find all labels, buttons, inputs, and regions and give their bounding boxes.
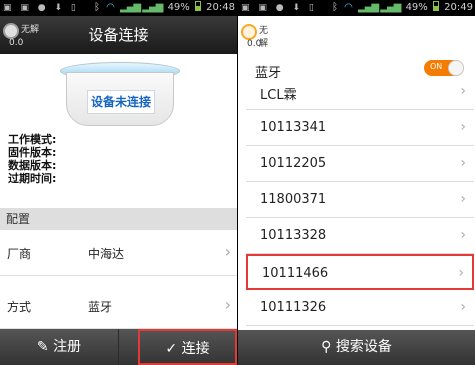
notification-icons: ▣ ▣ ● ⬇ ▯	[241, 3, 317, 13]
list-item[interactable]: LCL霖 ›	[246, 74, 474, 110]
chevron-right-icon: ›	[460, 299, 466, 315]
device-name: 10113341	[260, 120, 327, 135]
status-bar: ▣ ▣ ● ⬇ ▯ ᛒ ◠ ▂▄▆ ▂▄▆ 49% 20:49	[238, 0, 475, 16]
battery-icon	[432, 1, 439, 11]
list-item[interactable]: 11800371 ›	[246, 182, 474, 218]
chevron-right-icon: ›	[460, 155, 466, 171]
list-item[interactable]: 10113341 ›	[246, 110, 474, 146]
chevron-right-icon: ›	[224, 295, 231, 314]
chevron-right-icon: ›	[460, 227, 466, 243]
gnss-receiver-icon: 设备未连接	[60, 62, 180, 128]
signal-icon: ▂▄▆ ▂▄▆	[120, 2, 163, 13]
device-name: 10112205	[260, 156, 327, 171]
bottom-action-bar: ✎ 注册 ✓ 连接	[0, 329, 237, 365]
battery-icon	[194, 1, 201, 11]
status-indicators: ᛒ ◠ ▂▄▆ ▂▄▆ 49% 20:48	[94, 0, 235, 16]
header-bar	[238, 16, 475, 54]
search-icon: ⚲	[321, 339, 332, 355]
device-connection-screen: ▣ ▣ ● ⬇ ▯ ᛒ ◠ ▂▄▆ ▂▄▆ 49% 20:48 无解 0.0 设…	[0, 0, 237, 365]
checkmark-icon: ✓	[165, 341, 178, 357]
setting-value: 中海达	[88, 247, 125, 261]
config-section-header: 配置	[0, 208, 237, 230]
chevron-right-icon: ›	[224, 242, 231, 261]
device-name: 11800371	[260, 192, 327, 207]
list-item[interactable]: 10113328 ›	[246, 218, 474, 254]
setting-key: 厂商	[7, 247, 32, 261]
fix-status-value: 0.0	[247, 39, 262, 49]
battery-percent: 49%	[405, 2, 428, 13]
setting-row-manufacturer[interactable]: 厂商 中海达 ›	[0, 230, 237, 276]
data-version-label: 数据版本:	[8, 159, 57, 172]
device-info: 工作模式: 固件版本: 数据版本: 过期时间:	[8, 133, 56, 185]
page-title: 设备连接	[88, 26, 149, 44]
device-name: 10111466	[262, 266, 329, 281]
status-indicators: ᛒ ◠ ▂▄▆ ▂▄▆ 49% 20:49	[332, 0, 473, 16]
firmware-version-label: 固件版本:	[8, 146, 57, 159]
battery-percent: 49%	[167, 2, 190, 13]
setting-key: 方式	[7, 300, 32, 314]
wifi-icon: ◠	[344, 2, 353, 13]
notification-icons: ▣ ▣ ● ⬇ ▯	[3, 3, 79, 13]
signal-icon: ▂▄▆ ▂▄▆	[358, 2, 401, 13]
wifi-icon: ◠	[106, 2, 115, 13]
search-devices-button[interactable]: ⚲ 搜索设备	[238, 330, 475, 365]
setting-value: 蓝牙	[88, 300, 113, 314]
divider	[118, 329, 119, 365]
search-devices-label: 搜索设备	[335, 339, 392, 355]
clock: 20:48	[206, 2, 235, 13]
device-name: LCL霖	[260, 88, 297, 103]
list-item[interactable]: 10111326 ›	[246, 290, 474, 326]
expire-time-label: 过期时间:	[8, 172, 57, 185]
device-illustration-area: 设备未连接	[0, 54, 237, 132]
work-mode-label: 工作模式:	[8, 133, 57, 146]
chevron-right-icon: ›	[458, 265, 464, 281]
chevron-right-icon: ›	[460, 119, 466, 135]
setting-row-method[interactable]: 方式 蓝牙 ›	[0, 283, 237, 329]
pen-icon: ✎	[36, 339, 49, 355]
bluetooth-device-list-screen: ▣ ▣ ● ⬇ ▯ ᛒ ◠ ▂▄▆ ▂▄▆ 49% 20:49 无解 0.0 蓝…	[238, 0, 475, 365]
list-item[interactable]: 10112205 ›	[246, 146, 474, 182]
register-label: 注册	[53, 339, 82, 355]
device-status-label: 设备未连接	[87, 90, 155, 114]
connect-label: 连接	[181, 341, 210, 357]
connect-button[interactable]: ✓ 连接	[138, 329, 237, 365]
chevron-right-icon: ›	[460, 83, 466, 99]
device-name: 10111326	[260, 300, 327, 315]
toggle-state-label: ON	[430, 62, 443, 71]
fix-status-icon	[241, 24, 257, 40]
device-list: LCL霖 › 10113341 › 10112205 › 11800371 › …	[246, 74, 474, 326]
register-button[interactable]: ✎ 注册	[0, 329, 118, 365]
clock: 20:49	[444, 2, 473, 13]
list-item-selected[interactable]: 10111466 ›	[246, 254, 474, 290]
status-bar: ▣ ▣ ● ⬇ ▯ ᛒ ◠ ▂▄▆ ▂▄▆ 49% 20:48	[0, 0, 237, 16]
chevron-right-icon: ›	[460, 191, 466, 207]
bluetooth-icon: ᛒ	[331, 2, 338, 13]
bluetooth-icon: ᛒ	[93, 2, 100, 13]
device-name: 10113328	[260, 228, 327, 243]
